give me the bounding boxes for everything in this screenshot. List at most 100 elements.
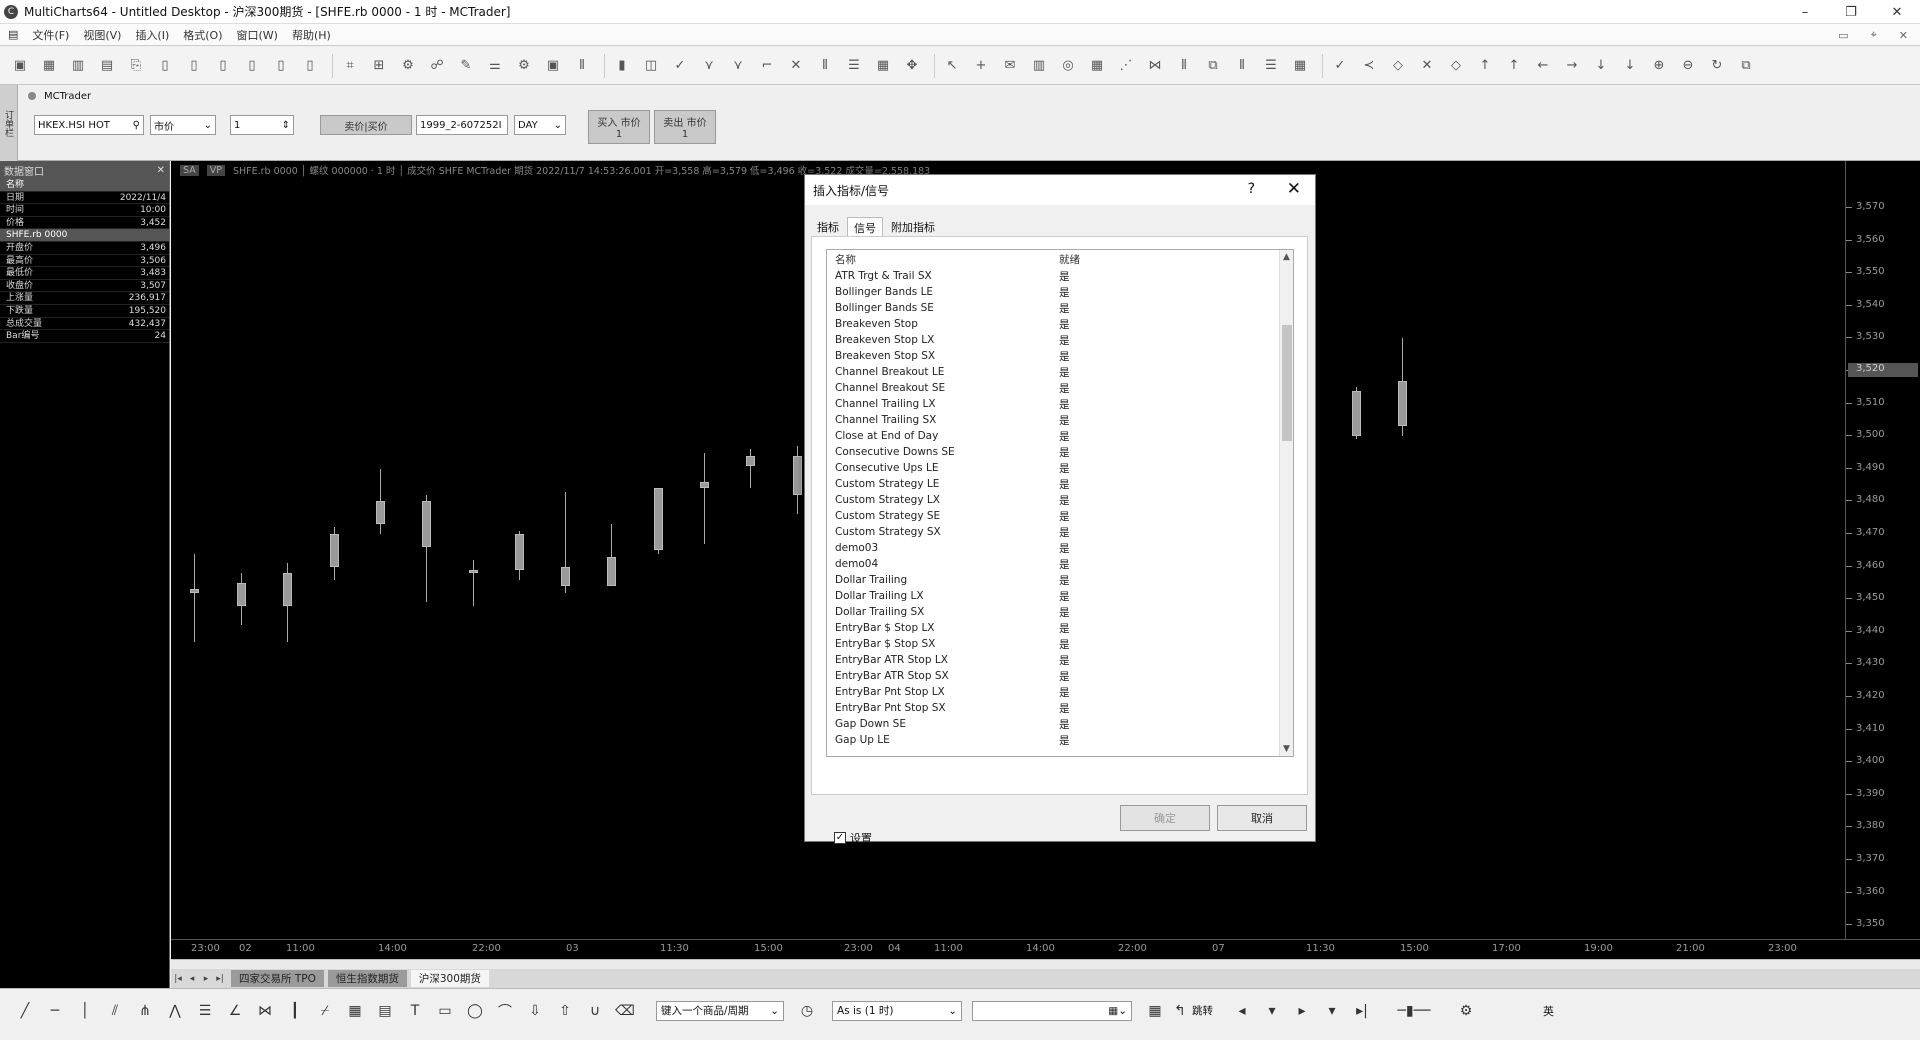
cycle-lines-icon[interactable]: ┃ xyxy=(282,998,308,1024)
scroll-next-icon[interactable]: ▸ xyxy=(1289,998,1315,1024)
list-item[interactable]: demo03 是 xyxy=(827,540,1293,556)
vertical-panel-tab[interactable]: 订单栏 xyxy=(0,85,18,161)
scroll-first-icon[interactable]: ◂ xyxy=(1229,998,1255,1024)
first-sheet-icon[interactable]: |◂ xyxy=(171,974,185,984)
list-item[interactable]: Breakeven Stop LX 是 xyxy=(827,332,1293,348)
scroll-prev-icon[interactable]: ▾ xyxy=(1259,998,1285,1024)
doc2-icon[interactable]: ▯ xyxy=(240,54,264,78)
list-item[interactable]: Channel Trailing SX 是 xyxy=(827,412,1293,428)
list-item[interactable]: Bollinger Bands SE 是 xyxy=(827,300,1293,316)
list-item[interactable]: ATR Trgt & Trail SX 是 xyxy=(827,268,1293,284)
account-select[interactable]: 1999_2-607252I xyxy=(416,115,508,135)
ok-button[interactable]: 确定 xyxy=(1120,805,1210,831)
list-item[interactable]: Dollar Trailing SX 是 xyxy=(827,604,1293,620)
cancel-button[interactable]: 取消 xyxy=(1217,805,1307,831)
time-axis[interactable]: 23:00 02 11:00 14:00 22:00 03 11:30 15:00 23:00 0… xyxy=(171,939,1920,959)
grid-icon[interactable]: ▣ xyxy=(541,54,565,78)
left2-icon[interactable]: ← xyxy=(1531,54,1555,78)
signals-list[interactable]: 名称 就绪 ATR Trgt & Trail SX 是 Bollinger Band… xyxy=(826,249,1294,757)
check-icon[interactable]: ✓ xyxy=(668,54,692,78)
x-icon[interactable]: ✕ xyxy=(1415,54,1439,78)
list-item[interactable]: Gap Up LE 是 xyxy=(827,732,1293,748)
print-icon[interactable]: ▤ xyxy=(95,54,119,78)
close-icon[interactable]: ✕ xyxy=(157,165,165,176)
arrow-down-tool-icon[interactable]: ⇩ xyxy=(522,998,548,1024)
refresh-icon[interactable]: ↻ xyxy=(1705,54,1729,78)
list-item[interactable]: Custom Strategy LE 是 xyxy=(827,476,1293,492)
list-item[interactable]: Channel Breakout LE 是 xyxy=(827,364,1293,380)
list-item[interactable]: Custom Strategy SX 是 xyxy=(827,524,1293,540)
calendar-icon[interactable]: ▦ xyxy=(1142,998,1168,1024)
help-icon[interactable]: ? xyxy=(1248,181,1255,197)
menu-format[interactable]: 格式(O) xyxy=(183,27,222,43)
ok-icon[interactable]: ✓ xyxy=(1328,54,1352,78)
gann-icon[interactable]: ⋈ xyxy=(252,998,278,1024)
magnet-icon[interactable]: ∪ xyxy=(582,998,608,1024)
down2-icon[interactable]: ↓ xyxy=(1618,54,1642,78)
column-ready[interactable]: 就绪 xyxy=(1059,252,1080,267)
zoom-icon[interactable]: ◎ xyxy=(1056,54,1080,78)
list-item[interactable]: EntryBar $ Stop LX 是 xyxy=(827,620,1293,636)
ruler-icon[interactable]: ▤ xyxy=(372,998,398,1024)
list-item[interactable]: Consecutive Downs SE 是 xyxy=(827,444,1293,460)
menu-view[interactable]: 视图(V) xyxy=(83,27,121,43)
vol2-icon[interactable]: ⋎ xyxy=(726,54,750,78)
doc1-icon[interactable]: ▯ xyxy=(211,54,235,78)
list-item[interactable]: Breakeven Stop SX 是 xyxy=(827,348,1293,364)
right-icon[interactable]: → xyxy=(1560,54,1584,78)
zoom-in-icon[interactable]: ⊕ xyxy=(1647,54,1671,78)
tif-select[interactable]: DAY ⌄ xyxy=(514,115,566,135)
search-icon[interactable]: ⚲ xyxy=(133,120,140,131)
settings-icon[interactable]: ⚙ xyxy=(396,54,420,78)
left-icon[interactable]: ≺ xyxy=(1357,54,1381,78)
menu-help[interactable]: 帮助(H) xyxy=(292,27,331,43)
vol-icon[interactable]: ⋎ xyxy=(697,54,721,78)
save-icon[interactable]: ▥ xyxy=(66,54,90,78)
menu-window[interactable]: 窗口(W) xyxy=(237,27,278,43)
scroll-down-icon[interactable]: ▾ xyxy=(1319,998,1345,1024)
list-item[interactable]: Bollinger Bands LE 是 xyxy=(827,284,1293,300)
status-box-vp[interactable]: VP xyxy=(206,164,225,176)
list-item[interactable]: EntryBar Pnt Stop SX 是 xyxy=(827,700,1293,716)
list-item[interactable]: EntryBar Pnt Stop LX 是 xyxy=(827,684,1293,700)
grid-icon[interactable]: ▦ xyxy=(342,998,368,1024)
list-item[interactable]: demo04 是 xyxy=(827,556,1293,572)
zoom-out-icon[interactable]: ⊖ xyxy=(1676,54,1700,78)
jump-label[interactable]: 跳转 xyxy=(1192,1003,1213,1018)
message-icon[interactable]: ✉ xyxy=(998,54,1022,78)
link-icon[interactable]: ⋈ xyxy=(1143,54,1167,78)
symbol-resolution-input[interactable]: 键入一个商品/周期 ⌄ xyxy=(656,1000,784,1021)
ime-indicator[interactable]: 英 xyxy=(1543,1003,1554,1019)
format-icon[interactable]: ☍ xyxy=(425,54,449,78)
cols2-icon[interactable]: ⦀ xyxy=(1230,54,1254,78)
channel-tool-icon[interactable]: ⫽ xyxy=(102,998,128,1024)
sheet-tab-hsi[interactable]: 恒生指数期货 xyxy=(327,970,407,987)
list-item[interactable]: Channel Trailing LX 是 xyxy=(827,396,1293,412)
list-scrollbar[interactable]: ▲ ▼ xyxy=(1279,250,1293,756)
quantity-stepper[interactable]: 1 ⇕ xyxy=(230,115,294,135)
up-icon[interactable]: ↑ xyxy=(1473,54,1497,78)
sell-market-button[interactable]: 卖出 市价 1 xyxy=(654,110,716,144)
doc3-icon[interactable]: ▯ xyxy=(269,54,293,78)
clock-icon[interactable]: ◷ xyxy=(794,998,820,1024)
move-icon[interactable]: ✥ xyxy=(900,54,924,78)
list-item[interactable]: Custom Strategy LX 是 xyxy=(827,492,1293,508)
candles-icon[interactable]: ⦀ xyxy=(570,54,594,78)
list2-icon[interactable]: ☰ xyxy=(1259,54,1283,78)
vertical-line-icon[interactable]: │ xyxy=(72,998,98,1024)
scroll-up-icon[interactable]: ▲ xyxy=(1283,252,1290,262)
tab-signals[interactable]: 信号 xyxy=(847,217,883,237)
jump-icon[interactable]: ↰ xyxy=(1172,998,1188,1024)
mdi-close-icon[interactable]: ✕ xyxy=(1899,29,1908,42)
close-window-button[interactable]: ✕ xyxy=(1874,0,1920,24)
list-item[interactable]: EntryBar $ Stop SX 是 xyxy=(827,636,1293,652)
price-axis[interactable]: 3,570 3,560 3,550 3,540 3,530 3,520 3,510 3,500… xyxy=(1845,161,1920,939)
line-tool-icon[interactable]: ╱ xyxy=(12,998,38,1024)
cut-icon[interactable]: ⎘ xyxy=(124,54,148,78)
list-item[interactable]: Custom Strategy SE 是 xyxy=(827,508,1293,524)
scroll-down-icon[interactable]: ▼ xyxy=(1283,744,1290,754)
cross-icon[interactable]: ✕ xyxy=(784,54,808,78)
list-item[interactable]: Dollar Trailing 是 xyxy=(827,572,1293,588)
status-box-sa[interactable]: SA xyxy=(180,164,199,176)
settings-checkbox[interactable]: ✓ 设置 xyxy=(834,830,872,846)
